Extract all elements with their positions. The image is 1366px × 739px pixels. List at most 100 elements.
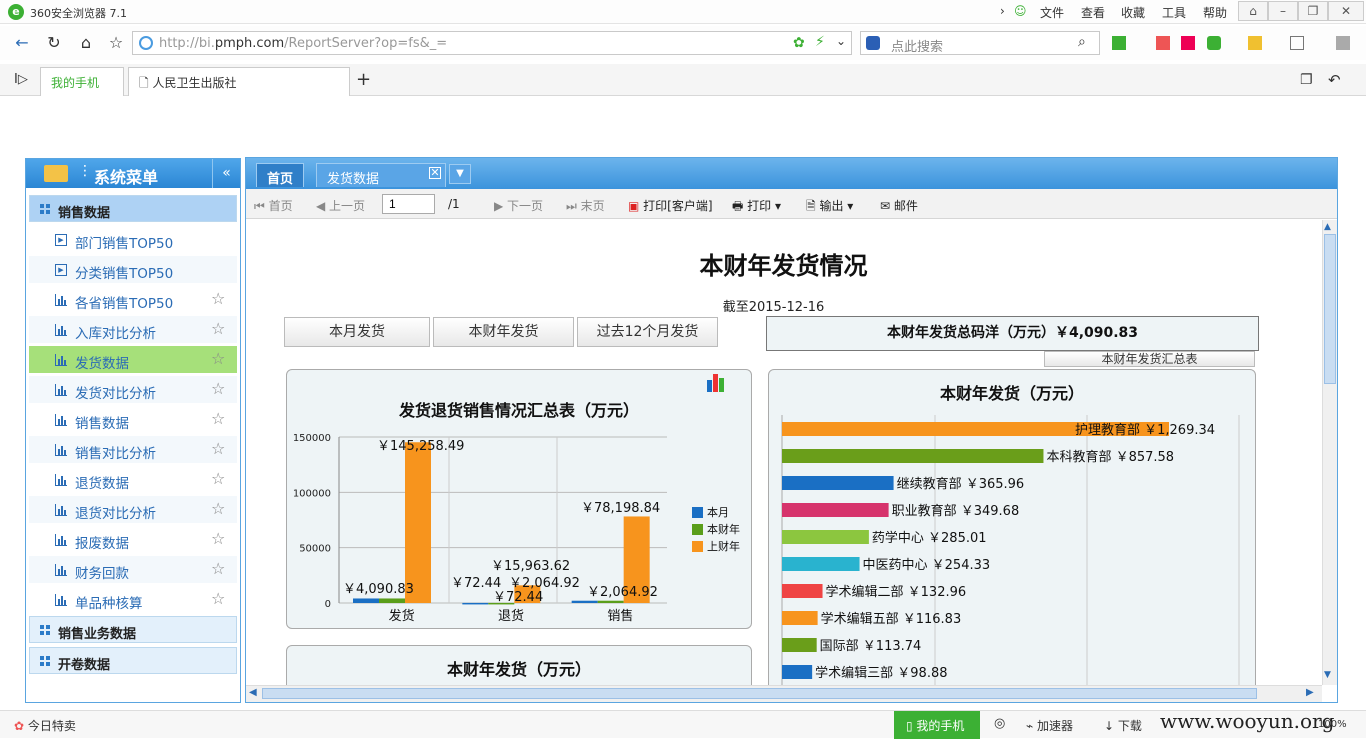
home-icon[interactable]: ⌂ bbox=[76, 33, 96, 53]
bar-label: 护理教育部 ￥1,269.34 bbox=[1075, 422, 1215, 438]
tab-menu-icon[interactable]: ▼ bbox=[449, 164, 471, 184]
favorite-star-icon[interactable]: ☆ bbox=[211, 439, 225, 458]
this-month-button[interactable]: 本月发货 bbox=[284, 317, 430, 347]
scroll-up-icon[interactable]: ▲ bbox=[1324, 222, 1331, 232]
sidebar-toggle-icon[interactable]: I▷ bbox=[14, 72, 28, 87]
menu-group-sales-data[interactable]: 销售数据 bbox=[29, 195, 237, 222]
tab-list-icon[interactable]: ❐ bbox=[1300, 72, 1313, 88]
maximize-button[interactable]: ❐ bbox=[1298, 1, 1328, 21]
sidebar-item-3[interactable]: 各省销售TOP50 ☆ bbox=[29, 286, 237, 314]
favorite-star-icon[interactable]: ☆ bbox=[211, 289, 225, 308]
menu-help[interactable]: 帮助 bbox=[1203, 4, 1227, 21]
favorite-star-icon[interactable]: ☆ bbox=[211, 469, 225, 488]
print-client-button[interactable]: ▣ 打印[客户端] bbox=[628, 197, 713, 214]
url-dropdown-icon[interactable]: ⌄ bbox=[836, 34, 846, 48]
sidebar-item-8[interactable]: 销售对比分析 ☆ bbox=[29, 436, 237, 464]
legend-label: 上财年 bbox=[707, 539, 740, 553]
sidebar-item-13[interactable]: 单品种核算 ☆ bbox=[29, 586, 237, 614]
refresh-icon[interactable]: ↻ bbox=[44, 33, 64, 53]
page-number-input[interactable] bbox=[382, 194, 435, 214]
horizontal-scrollbar[interactable]: ◀ ▶ bbox=[246, 685, 1322, 702]
menu-tools[interactable]: 工具 bbox=[1162, 4, 1186, 21]
sidebar-item-9[interactable]: 退货数据 ☆ bbox=[29, 466, 237, 494]
menu-favorites[interactable]: 收藏 bbox=[1121, 4, 1145, 21]
sidebar-item-6[interactable]: 发货对比分析 ☆ bbox=[29, 376, 237, 404]
search-icon[interactable]: ⌕ bbox=[1078, 34, 1086, 50]
print-button[interactable]: 🖶 打印 ▾ bbox=[732, 197, 781, 218]
accelerator-button[interactable]: ⌁ 加速器 bbox=[1026, 717, 1073, 734]
data-label: ￥72.44 bbox=[493, 590, 543, 605]
shield-icon[interactable] bbox=[1207, 36, 1221, 50]
close-tab-icon[interactable]: ✕ bbox=[429, 167, 441, 179]
sidebar-item-11[interactable]: 报废数据 ☆ bbox=[29, 526, 237, 554]
collapse-sidebar-button[interactable]: « bbox=[212, 159, 240, 188]
tab-shipment-data[interactable]: 发货数据 ✕ bbox=[316, 163, 446, 187]
skin-icon[interactable]: ⌂ bbox=[1238, 1, 1268, 21]
first-page-button[interactable]: ⏮ 首页 bbox=[254, 197, 293, 214]
prev-page-button[interactable]: ◀ 上一页 bbox=[316, 197, 365, 214]
daily-deals-link[interactable]: ✿ 今日特卖 bbox=[14, 717, 76, 734]
speed-mode-icon[interactable]: ⚡ bbox=[815, 34, 825, 50]
screenshot-icon[interactable] bbox=[1290, 36, 1304, 50]
last-page-button[interactable]: ⏭ 末页 bbox=[566, 197, 605, 214]
more-icon[interactable] bbox=[1336, 36, 1350, 50]
favorite-star-icon[interactable]: ☆ bbox=[211, 529, 225, 548]
new-tab-button[interactable]: + bbox=[356, 69, 371, 90]
sidebar-item-2[interactable]: ▶ 分类销售TOP50 bbox=[29, 256, 237, 284]
bookmark-star-icon[interactable]: ☆ bbox=[106, 33, 126, 53]
mail-button[interactable]: ✉ 邮件 bbox=[880, 197, 918, 214]
menu-group-openbook[interactable]: 开卷数据 bbox=[29, 647, 237, 674]
sidebar-item-7[interactable]: 销售数据 ☆ bbox=[29, 406, 237, 434]
favorite-star-icon[interactable]: ☆ bbox=[211, 589, 225, 608]
past-12-months-button[interactable]: 过去12个月发货 bbox=[577, 317, 718, 347]
tab-home[interactable]: 首页 bbox=[256, 163, 305, 187]
next-page-button[interactable]: ▶ 下一页 bbox=[494, 197, 543, 214]
app-grid-icon[interactable] bbox=[1112, 36, 1126, 50]
network-icon[interactable]: ◎ bbox=[994, 716, 1005, 731]
favorite-star-icon[interactable]: ☆ bbox=[211, 349, 225, 368]
menu-arrow-icon[interactable]: › bbox=[1000, 4, 1005, 18]
browser-title: 360安全浏览器 7.1 bbox=[30, 7, 127, 20]
zoom-level[interactable]: 100% bbox=[1318, 719, 1347, 730]
sidebar-item-5[interactable]: 发货数据 ☆ bbox=[29, 346, 237, 374]
scroll-left-icon[interactable]: ◀ bbox=[249, 687, 257, 698]
my-phone-button[interactable]: ▯ 我的手机 bbox=[894, 711, 980, 739]
back-icon[interactable]: ← bbox=[12, 33, 32, 53]
sidebar-item-12[interactable]: 财务回款 ☆ bbox=[29, 556, 237, 584]
menu-view[interactable]: 查看 bbox=[1081, 4, 1105, 21]
translate-icon[interactable] bbox=[1156, 36, 1170, 50]
scroll-thumb[interactable] bbox=[1324, 234, 1336, 384]
hscroll-thumb[interactable] bbox=[262, 688, 1257, 699]
report-toolbar: ⏮ 首页 ◀ 上一页 /1 ▶ 下一页 ⏭ 末页 ▣ 打印[客户端] 🖶 打印 … bbox=[246, 189, 1337, 219]
minimize-button[interactable]: – bbox=[1268, 1, 1298, 21]
favorite-star-icon[interactable]: ☆ bbox=[211, 559, 225, 578]
menu-group-sales-business[interactable]: 销售业务数据 bbox=[29, 616, 237, 643]
sidebar-item-1[interactable]: ▶ 部门销售TOP50 bbox=[29, 226, 237, 254]
tab-pmph[interactable]: 🗋 人民卫生出版社 bbox=[128, 67, 350, 96]
undo-close-icon[interactable]: ↶ bbox=[1328, 71, 1341, 89]
url-bar[interactable]: http://bi.pmph.com/ReportServer?op=fs&_=… bbox=[132, 31, 852, 55]
export-button[interactable]: 🗎 输出 ▾ bbox=[806, 197, 853, 218]
close-button[interactable]: ✕ bbox=[1328, 1, 1364, 21]
tab-my-phone[interactable]: 我的手机 bbox=[40, 67, 124, 96]
vertical-scrollbar[interactable]: ▲ ▼ bbox=[1322, 220, 1337, 685]
favorite-star-icon[interactable]: ☆ bbox=[211, 499, 225, 518]
download-button[interactable]: ↓ 下载 bbox=[1104, 717, 1142, 734]
search-box[interactable]: 点此搜索 ⌕ bbox=[860, 31, 1100, 55]
game-icon[interactable] bbox=[1248, 36, 1262, 50]
bar-label: 中医药中心 ￥254.33 bbox=[863, 558, 991, 573]
sidebar-item-10[interactable]: 退货对比分析 ☆ bbox=[29, 496, 237, 524]
favorite-star-icon[interactable]: ☆ bbox=[211, 379, 225, 398]
scroll-right-icon[interactable]: ▶ bbox=[1306, 687, 1314, 698]
scroll-down-icon[interactable]: ▼ bbox=[1324, 670, 1331, 680]
favorite-star-icon[interactable]: ☆ bbox=[211, 319, 225, 338]
fiscal-summary-button[interactable]: 本财年发货汇总表 bbox=[1044, 351, 1255, 367]
security-icon[interactable]: ✿ bbox=[793, 35, 805, 51]
menu-file[interactable]: 文件 bbox=[1040, 4, 1064, 21]
sidebar-item-4[interactable]: 入库对比分析 ☆ bbox=[29, 316, 237, 344]
mail-icon[interactable] bbox=[1181, 36, 1195, 50]
this-fiscal-year-button[interactable]: 本财年发货 bbox=[433, 317, 574, 347]
favorite-star-icon[interactable]: ☆ bbox=[211, 409, 225, 428]
search-engine-icon[interactable] bbox=[866, 36, 880, 50]
user-icon[interactable]: ☺ bbox=[1014, 4, 1027, 18]
